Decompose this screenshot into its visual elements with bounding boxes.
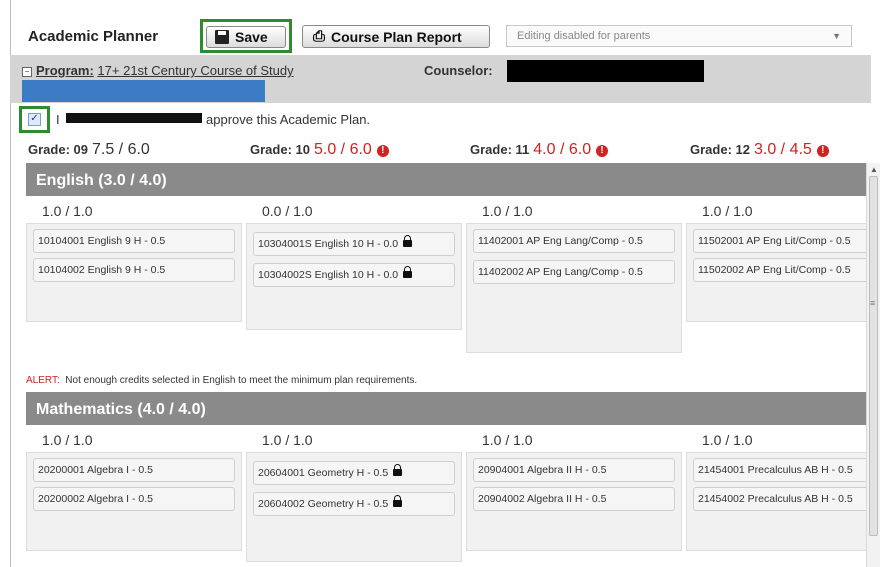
column-credits: 1.0 / 1.0 xyxy=(482,432,533,448)
course-item[interactable]: 11502001 AP Eng Lit/Comp - 0.5 xyxy=(693,229,866,253)
chevron-down-icon: ▼ xyxy=(832,31,841,41)
redacted-counselor xyxy=(507,60,704,82)
course-item[interactable]: 10104002 English 9 H - 0.5 xyxy=(33,258,235,282)
grade-label: Grade: 12 xyxy=(690,142,750,157)
column-credits: 1.0 / 1.0 xyxy=(262,432,313,448)
grade-column: 11402001 AP Eng Lang/Comp - 0.5 11402002… xyxy=(466,223,682,353)
course-item[interactable]: 10104001 English 9 H - 0.5 xyxy=(33,229,235,253)
scroll-up-icon[interactable]: ▲ xyxy=(870,165,878,174)
page-title: Academic Planner xyxy=(28,28,159,45)
course-item[interactable]: 20604001 Geometry H - 0.5 xyxy=(253,461,455,485)
column-credits: 0.0 / 1.0 xyxy=(262,203,313,219)
grade-11: Grade: 11 4.0 / 6.0! xyxy=(470,141,609,159)
grade-column: 11502001 AP Eng Lit/Comp - 0.5 11502002 … xyxy=(686,223,866,322)
warning-icon: ! xyxy=(816,145,829,157)
grade-09: Grade: 09 7.5 / 6.0 xyxy=(28,141,150,159)
program-bar: − Program: 17+ 21st Century Course of Stu… xyxy=(10,55,871,103)
course-item[interactable]: 11502002 AP Eng Lit/Comp - 0.5 xyxy=(693,258,866,282)
column-credits: 1.0 / 1.0 xyxy=(42,203,93,219)
grade-12: Grade: 12 3.0 / 4.5! xyxy=(690,141,829,159)
course-item[interactable]: 10304001S English 10 H - 0.0 xyxy=(253,232,455,256)
scrollbar-thumb[interactable] xyxy=(869,176,878,536)
lock-icon xyxy=(393,495,403,507)
course-item[interactable]: 21454002 Precalculus AB H - 0.5 xyxy=(693,487,866,511)
course-item[interactable]: 20200001 Algebra I - 0.5 xyxy=(33,458,235,482)
approve-checkbox[interactable]: ✓ xyxy=(28,113,41,126)
grade-column: 20200001 Algebra I - 0.5 20200002 Algebr… xyxy=(26,452,242,551)
lock-icon xyxy=(403,235,413,247)
status-select-value: Editing disabled for parents xyxy=(517,30,651,42)
course-name: 10304001S English 10 H - 0.0 xyxy=(258,238,399,250)
approval-row: ✓ I approve this Academic Plan. xyxy=(10,103,871,133)
grade-credits: 4.0 / 6.0 xyxy=(533,141,592,158)
course-item[interactable]: 20904002 Algebra II H - 0.5 xyxy=(473,487,675,511)
alert-text: Not enough credits selected in English t… xyxy=(65,375,418,386)
grade-credits: 7.5 / 6.0 xyxy=(91,141,150,158)
course-name: 10304002S English 10 H - 0.0 xyxy=(258,269,399,281)
course-item[interactable]: 20200002 Algebra I - 0.5 xyxy=(33,487,235,511)
report-label: Course Plan Report xyxy=(331,28,462,45)
status-select[interactable]: Editing disabled for parents ▼ xyxy=(506,25,852,47)
subjects-scroll-area[interactable]: English (3.0 / 4.0) 1.0 / 1.0 0.0 / 1.0 … xyxy=(10,163,866,567)
save-button[interactable]: Save xyxy=(206,26,286,48)
course-item[interactable]: 11402002 AP Eng Lang/Comp - 0.5 xyxy=(473,260,675,284)
grip-icon: ≡ xyxy=(870,298,876,308)
collapse-toggle-icon[interactable]: − xyxy=(22,66,32,77)
program-label: − Program: 17+ 21st Century Course of Stu… xyxy=(22,63,294,78)
grade-credits: 5.0 / 6.0 xyxy=(313,141,372,158)
lock-icon xyxy=(403,266,413,278)
column-credits: 1.0 / 1.0 xyxy=(42,432,93,448)
printer-icon: ⎙ xyxy=(313,28,326,45)
program-highlight xyxy=(22,80,265,102)
course-item[interactable]: 20604002 Geometry H - 0.5 xyxy=(253,492,455,516)
subject-header: Mathematics (4.0 / 4.0) xyxy=(26,392,866,425)
alert-message: ALERT: Not enough credits selected in En… xyxy=(26,375,417,386)
subject-english: English (3.0 / 4.0) 1.0 / 1.0 0.0 / 1.0 … xyxy=(26,163,866,393)
grade-column: 20904001 Algebra II H - 0.5 20904002 Alg… xyxy=(466,452,682,551)
column-credits: 1.0 / 1.0 xyxy=(702,203,753,219)
grade-column: 21454001 Precalculus AB H - 0.5 21454002… xyxy=(686,452,866,551)
program-value: 17+ 21st Century Course of Study xyxy=(97,63,294,78)
column-credits: 1.0 / 1.0 xyxy=(482,203,533,219)
approval-highlight: ✓ xyxy=(19,106,50,133)
alert-prefix: ALERT: xyxy=(26,375,60,386)
course-item[interactable]: 21454001 Precalculus AB H - 0.5 xyxy=(693,458,866,482)
grade-column: 20604001 Geometry H - 0.5 20604002 Geome… xyxy=(246,452,462,562)
grade-summary: Grade: 09 7.5 / 6.0 Grade: 10 5.0 / 6.0! G… xyxy=(10,141,871,165)
course-item[interactable]: 10304002S English 10 H - 0.0 xyxy=(253,263,455,287)
course-name: 20604002 Geometry H - 0.5 xyxy=(258,498,389,510)
grade-label: Grade: 11 xyxy=(470,142,530,157)
grade-label: Grade: 09 xyxy=(28,142,88,157)
column-credits: 1.0 / 1.0 xyxy=(702,432,753,448)
grade-label: Grade: 10 xyxy=(250,142,310,157)
approval-text: approve this Academic Plan. xyxy=(206,112,371,127)
grade-column: 10304001S English 10 H - 0.0 10304002S E… xyxy=(246,223,462,330)
floppy-disk-icon xyxy=(215,30,229,44)
vertical-scrollbar[interactable]: ▲ ≡ xyxy=(866,163,880,567)
counselor-label: Counselor: xyxy=(424,63,493,78)
warning-icon: ! xyxy=(596,145,609,157)
toolbar: Academic Planner Save ⎙ Course Plan Repo… xyxy=(10,0,881,53)
redacted-name xyxy=(66,113,202,123)
course-plan-report-button[interactable]: ⎙ Course Plan Report xyxy=(302,25,490,48)
lock-icon xyxy=(393,464,403,476)
course-item[interactable]: 20904001 Algebra II H - 0.5 xyxy=(473,458,675,482)
subject-mathematics: Mathematics (4.0 / 4.0) 1.0 / 1.0 1.0 / … xyxy=(26,392,866,567)
academic-planner-panel: Academic Planner Save ⎙ Course Plan Repo… xyxy=(10,0,881,567)
course-item[interactable]: 11402001 AP Eng Lang/Comp - 0.5 xyxy=(473,229,675,253)
grade-column: 10104001 English 9 H - 0.5 10104002 Engl… xyxy=(26,223,242,322)
save-highlight: Save xyxy=(200,19,292,53)
course-name: 20604001 Geometry H - 0.5 xyxy=(258,467,389,479)
subject-header: English (3.0 / 4.0) xyxy=(26,163,866,196)
approval-prefix: I xyxy=(56,112,60,127)
warning-icon: ! xyxy=(376,145,389,157)
grade-10: Grade: 10 5.0 / 6.0! xyxy=(250,141,389,159)
grade-credits: 3.0 / 4.5 xyxy=(753,141,812,158)
program-key: Program: xyxy=(36,63,94,78)
save-label: Save xyxy=(235,29,268,45)
